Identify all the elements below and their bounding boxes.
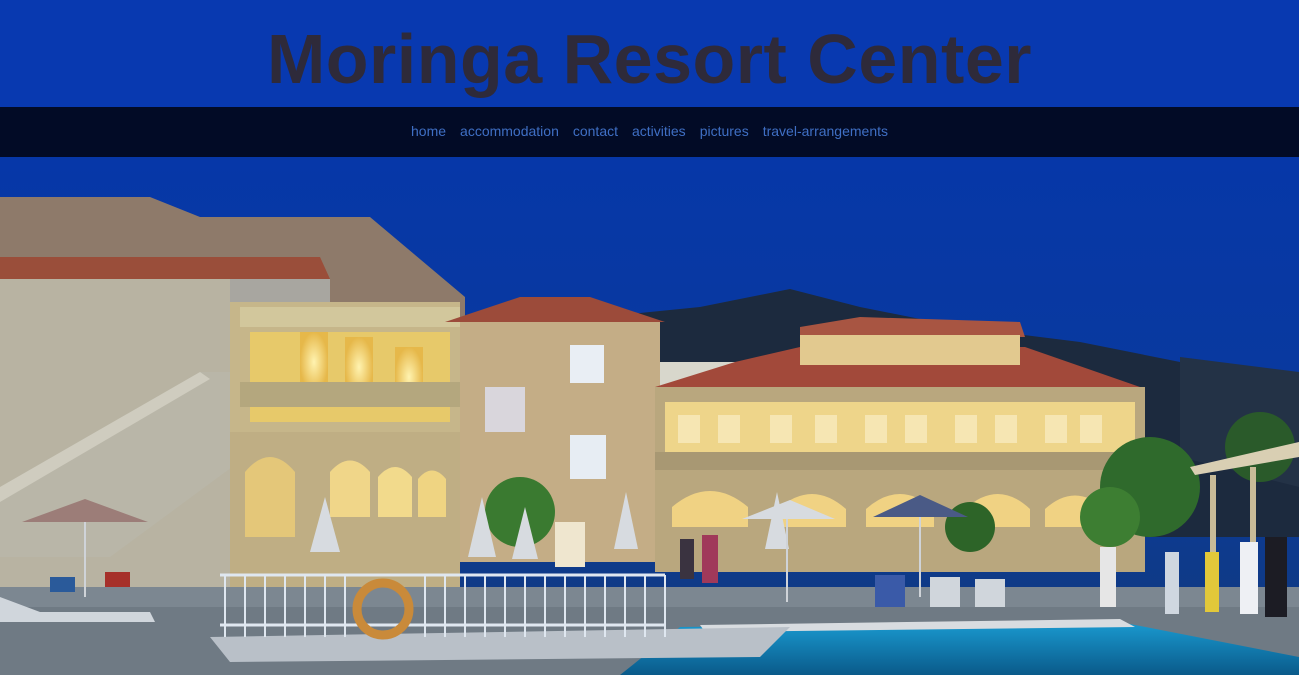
nav-item-pictures: pictures bbox=[700, 123, 749, 141]
hero-image bbox=[0, 157, 1299, 675]
nav-link-activities[interactable]: activities bbox=[632, 123, 686, 139]
nav-link-home[interactable]: home bbox=[411, 123, 446, 139]
nav-item-accommodation: accommodation bbox=[460, 123, 559, 141]
nav-list: home accommodation contact activities pi… bbox=[411, 123, 888, 141]
page: Moringa Resort Center home accommodation… bbox=[0, 0, 1299, 675]
nav-item-activities: activities bbox=[632, 123, 686, 141]
nav-link-pictures[interactable]: pictures bbox=[700, 123, 749, 139]
main-nav: home accommodation contact activities pi… bbox=[0, 107, 1299, 157]
nav-link-contact[interactable]: contact bbox=[573, 123, 618, 139]
site-title: Moringa Resort Center bbox=[266, 19, 1033, 98]
nav-item-travel-arrangements: travel-arrangements bbox=[763, 123, 888, 141]
nav-item-contact: contact bbox=[573, 123, 618, 141]
site-header: Moringa Resort Center bbox=[0, 0, 1299, 107]
nav-link-travel-arrangements[interactable]: travel-arrangements bbox=[763, 123, 888, 139]
nav-item-home: home bbox=[411, 123, 446, 141]
nav-link-accommodation[interactable]: accommodation bbox=[460, 123, 559, 139]
